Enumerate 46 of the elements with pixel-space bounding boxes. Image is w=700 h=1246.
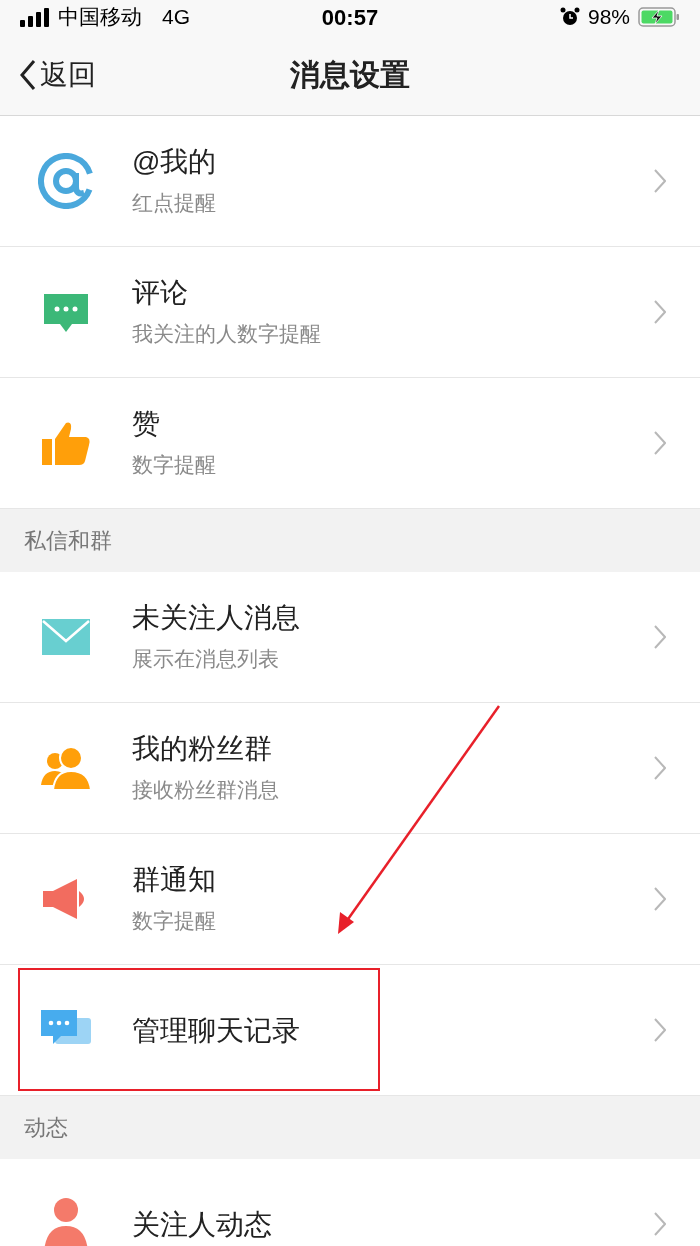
row-subtitle: 我关注的人数字提醒 — [132, 320, 322, 347]
row-subtitle: 数字提醒 — [132, 451, 217, 478]
row-title: 评论 — [132, 275, 189, 310]
chevron-right-icon — [654, 169, 666, 193]
back-button[interactable]: 返回 — [0, 53, 96, 96]
page-title: 消息设置 — [290, 57, 410, 93]
row-title: 未关注人消息 — [132, 600, 301, 635]
person-icon — [42, 1196, 90, 1246]
row-title: 赞 — [132, 406, 161, 441]
row-title: @我的 — [132, 144, 218, 179]
battery-charging-icon — [638, 7, 680, 27]
row-subtitle: 接收粉丝群消息 — [132, 776, 280, 803]
settings-row[interactable]: 评论 我关注的人数字提醒 — [0, 247, 700, 378]
chevron-right-icon — [654, 1018, 666, 1042]
chevron-right-icon — [654, 1212, 666, 1236]
clock: 00:57 — [321, 3, 379, 32]
settings-row[interactable]: 赞 数字提醒 — [0, 378, 700, 509]
battery-percent: 98% — [587, 4, 630, 31]
settings-row[interactable]: 我的粉丝群 接收粉丝群消息 — [0, 703, 700, 834]
settings-row[interactable]: 关注人动态 — [0, 1159, 700, 1246]
chevron-right-icon — [654, 756, 666, 780]
settings-row[interactable]: 未关注人消息 展示在消息列表 — [0, 572, 700, 703]
people-icon — [39, 745, 93, 791]
row-title: 群通知 — [132, 862, 217, 897]
envelope-icon — [41, 617, 91, 657]
settings-row[interactable]: 群通知 数字提醒 — [0, 834, 700, 965]
row-subtitle: 数字提醒 — [132, 907, 217, 934]
carrier-label: 中国移动 — [58, 4, 142, 31]
row-subtitle: 红点提醒 — [132, 189, 217, 216]
at-sign-icon — [38, 153, 94, 209]
signal-icon — [20, 7, 50, 27]
row-title: 我的粉丝群 — [132, 731, 273, 766]
chevron-right-icon — [654, 431, 666, 455]
alarm-clock-icon — [559, 7, 580, 27]
row-title: 关注人动态 — [132, 1207, 273, 1242]
chevron-right-icon — [654, 300, 666, 324]
settings-row[interactable]: @我的 红点提醒 — [0, 116, 700, 247]
back-chevron-icon — [20, 58, 36, 91]
section-header: 私信和群 — [24, 527, 112, 555]
row-subtitle: 展示在消息列表 — [132, 645, 280, 672]
section-header: 动态 — [24, 1114, 68, 1142]
row-title: 管理聊天记录 — [132, 1013, 301, 1048]
chevron-right-icon — [654, 887, 666, 911]
settings-row[interactable]: 管理聊天记录 — [0, 965, 700, 1096]
chevron-right-icon — [654, 625, 666, 649]
network-label: 4G — [162, 4, 190, 31]
